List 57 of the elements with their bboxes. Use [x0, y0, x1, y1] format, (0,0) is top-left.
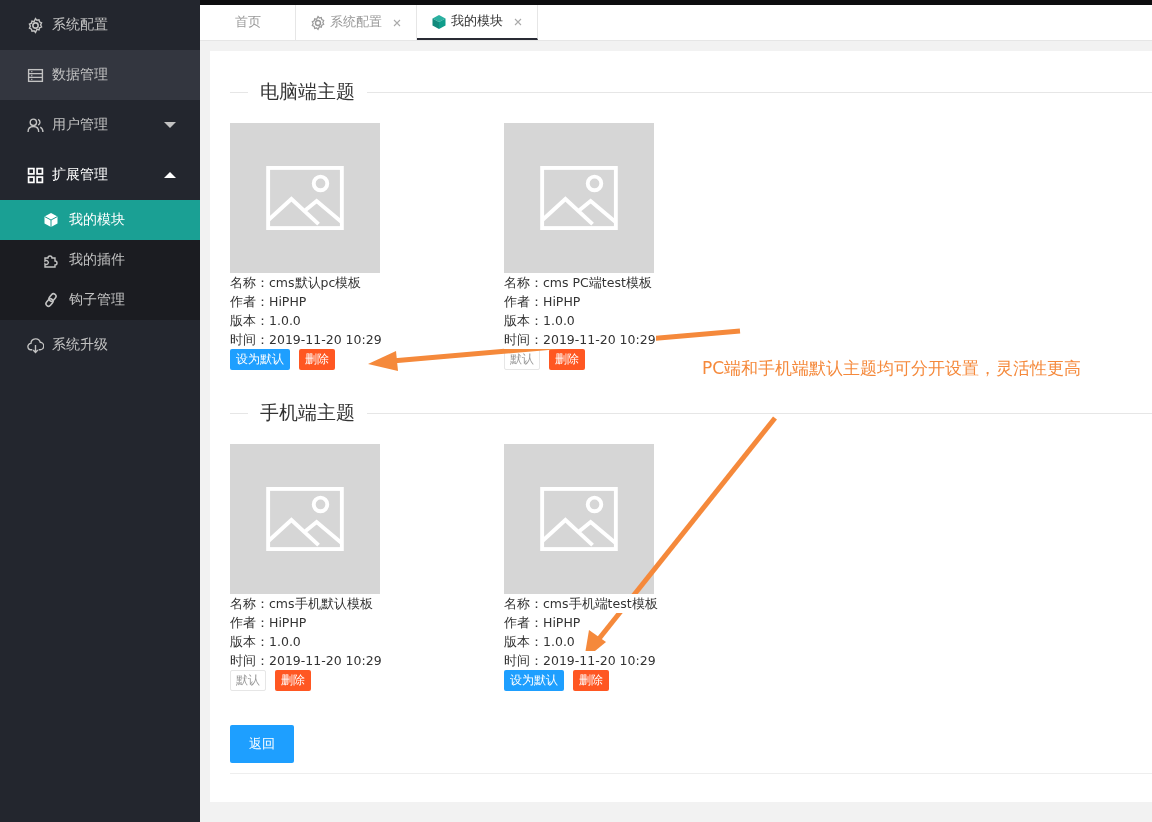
- theme-time: 时间：2019-11-20 10:29: [230, 330, 382, 349]
- theme-author: 作者：HiPHP: [230, 613, 307, 632]
- sidebar-item-label: 扩展管理: [52, 166, 109, 184]
- sidebar-item-label: 系统配置: [52, 16, 109, 34]
- set-default-button[interactable]: 设为默认: [230, 349, 290, 370]
- delete-button[interactable]: 删除: [299, 349, 335, 370]
- gear-icon: [310, 14, 326, 31]
- sidebar-item-label: 用户管理: [52, 116, 109, 134]
- delete-button[interactable]: 删除: [549, 349, 585, 370]
- cube-icon: [43, 212, 59, 228]
- set-default-button[interactable]: 设为默认: [504, 670, 564, 691]
- close-icon[interactable]: [392, 17, 402, 28]
- theme-name: 名称：cms默认pc模板: [230, 273, 362, 292]
- theme-author: 作者：HiPHP: [504, 292, 581, 311]
- theme-name: 名称：cms手机端test模板: [504, 594, 658, 613]
- section-title: 电脑端主题: [260, 79, 355, 104]
- cube-icon: [431, 13, 447, 30]
- tab[interactable]: 首页: [200, 5, 296, 40]
- tab[interactable]: 系统配置: [296, 5, 417, 40]
- tab[interactable]: 我的模块: [417, 5, 538, 40]
- theme-author: 作者：HiPHP: [230, 292, 307, 311]
- theme-author: 作者：HiPHP: [504, 613, 581, 632]
- sidebar-item-label: 数据管理: [52, 66, 109, 84]
- link-icon: [43, 292, 59, 308]
- theme-version: 版本：1.0.0: [504, 311, 575, 330]
- back-button[interactable]: 返回: [230, 725, 294, 763]
- theme-name: 名称：cms手机默认模板: [230, 594, 373, 613]
- theme-time: 时间：2019-11-20 10:29: [504, 651, 656, 670]
- submenu-item-label: 我的模块: [69, 211, 126, 229]
- submenu-item[interactable]: 钩子管理: [0, 280, 200, 320]
- section-title: 手机端主题: [260, 400, 355, 425]
- sidebar-item[interactable]: 数据管理: [0, 50, 200, 100]
- annotation-text: PC端和手机端默认主题均可分开设置，灵活性更高: [702, 357, 1082, 380]
- cloud-download-icon: [27, 336, 44, 354]
- submenu-item-label: 我的插件: [69, 251, 126, 269]
- theme-time: 时间：2019-11-20 10:29: [504, 330, 656, 349]
- image-icon: [266, 487, 344, 551]
- submenu-item[interactable]: 我的插件: [0, 240, 200, 280]
- sidebar-item-label: 系统升级: [52, 336, 109, 354]
- theme-version: 版本：1.0.0: [230, 311, 301, 330]
- grid-icon: [27, 166, 44, 184]
- image-icon: [540, 166, 618, 230]
- gear-icon: [27, 16, 44, 34]
- delete-button[interactable]: 删除: [275, 670, 311, 691]
- close-icon[interactable]: [513, 16, 523, 27]
- theme-time: 时间：2019-11-20 10:29: [230, 651, 382, 670]
- image-icon: [540, 487, 618, 551]
- delete-button[interactable]: 删除: [573, 670, 609, 691]
- submenu-item-label: 钩子管理: [69, 291, 126, 309]
- theme-name: 名称：cms PC端test模板: [504, 273, 652, 292]
- puzzle-icon: [43, 252, 59, 268]
- users-icon: [27, 116, 44, 134]
- theme-version: 版本：1.0.0: [504, 632, 575, 651]
- image-icon: [266, 166, 344, 230]
- submenu-item[interactable]: 我的模块: [0, 200, 200, 240]
- list-icon: [27, 66, 44, 84]
- theme-version: 版本：1.0.0: [230, 632, 301, 651]
